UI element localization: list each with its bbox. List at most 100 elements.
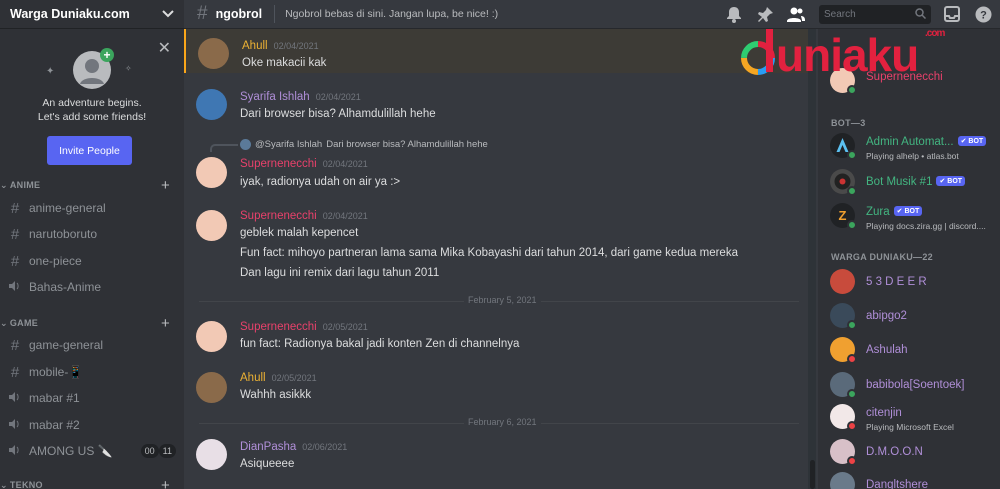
message-timestamp: 02/05/2021 <box>322 322 368 332</box>
friends-card: ✕ ✦ ✧ + An adventure begins. Let's add s… <box>0 36 184 171</box>
member-avatar <box>830 269 855 294</box>
message-text: Wahhh asikkk <box>240 389 312 401</box>
invite-people-button[interactable]: Invite People <box>47 136 132 165</box>
date-separator: February 6, 2021 <box>199 417 799 427</box>
online-status-icon <box>847 186 857 196</box>
user-avatar[interactable] <box>196 372 227 403</box>
channel-sidebar: Warga Duniaku.com ✕ ✦ ✧ + An adventure b… <box>0 0 184 489</box>
hash-icon: # <box>10 252 20 270</box>
channel-label: narutoboruto <box>29 227 98 241</box>
members-icon[interactable] <box>787 6 805 23</box>
reply-preview[interactable]: @Syarifa Ishlah Dari browser bisa? Alham… <box>210 139 488 152</box>
speaker-icon <box>8 280 22 295</box>
category-anime[interactable]: ⌄ ANIME + <box>0 177 184 194</box>
message[interactable]: DianPasha 02/06/2021 Asiqueeee <box>184 433 809 478</box>
pin-icon[interactable] <box>757 6 774 23</box>
svg-text:Z: Z <box>839 208 847 223</box>
message-author[interactable]: DianPasha 02/06/2021 <box>240 441 347 453</box>
speaker-icon <box>8 418 22 433</box>
message[interactable]: Ahull 02/04/2021 Oke makacii kak <box>184 29 809 73</box>
channel-among-us[interactable]: AMONG US 🔪 00 11 <box>8 440 176 462</box>
channel-game-general[interactable]: # game-general <box>8 334 176 356</box>
message-text: fun fact: Radionya bakal jadi konten Zen… <box>240 338 520 350</box>
channel-label: mobile-📱 <box>29 365 84 379</box>
member-item[interactable]: babibola[Soentoek] <box>830 372 1000 404</box>
add-channel-icon[interactable]: + <box>161 477 170 489</box>
scrollbar-track[interactable] <box>808 29 816 489</box>
category-tekno[interactable]: ⌄ TEKNO + <box>0 477 184 489</box>
channel-mabar-2[interactable]: mabar #2 <box>8 414 176 436</box>
server-header[interactable]: Warga Duniaku.com <box>0 0 184 29</box>
member-item[interactable]: abipgo2 <box>830 303 1000 335</box>
member-item[interactable]: 5 3 D E E R <box>830 269 1000 301</box>
message-timestamp: 02/04/2021 <box>322 211 368 221</box>
channel-bahas-anime[interactable]: Bahas-Anime <box>8 276 176 298</box>
channel-mobile[interactable]: # mobile-📱 <box>8 361 176 383</box>
message-timestamp: 02/06/2021 <box>302 442 348 452</box>
dnd-status-icon <box>847 354 857 364</box>
hash-icon: # <box>10 199 20 217</box>
message[interactable]: Supernenecchi 02/05/2021 fun fact: Radion… <box>184 318 809 358</box>
message[interactable]: Syarifa Ishlah 02/04/2021 Dari browser bi… <box>184 86 809 128</box>
help-icon[interactable]: ? <box>975 6 992 23</box>
user-avatar[interactable] <box>196 439 227 470</box>
channel-narutoboruto[interactable]: # narutoboruto <box>8 223 176 245</box>
member-item[interactable]: Dangltshere <box>830 472 1000 489</box>
message-author[interactable]: Ahull 02/05/2021 <box>240 372 317 384</box>
reply-avatar <box>240 139 251 150</box>
hash-icon: # <box>10 363 20 381</box>
online-status-icon <box>847 389 857 399</box>
category-game[interactable]: ⌄ GAME + <box>0 315 184 332</box>
member-name: babibola[Soentoek] <box>866 379 965 391</box>
close-icon[interactable]: ✕ <box>158 38 171 58</box>
message-author[interactable]: Supernenecchi 02/05/2021 <box>240 321 368 333</box>
dnd-status-icon <box>847 456 857 466</box>
member-item[interactable]: citenjin Playing Microsoft Excel <box>830 404 1000 436</box>
member-item[interactable]: Ashulah <box>830 337 1000 369</box>
message-timestamp: 02/04/2021 <box>273 41 319 51</box>
message-author[interactable]: Syarifa Ishlah 02/04/2021 <box>240 91 361 103</box>
user-avatar[interactable] <box>196 210 227 241</box>
online-status-icon <box>847 220 857 230</box>
channel-mabar-1[interactable]: mabar #1 <box>8 387 176 409</box>
member-name: abipgo2 <box>866 310 907 322</box>
friends-line2: Let's add some friends! <box>37 111 147 123</box>
add-channel-icon[interactable]: + <box>161 315 170 332</box>
member-item[interactable]: Bot Musik #1 ✔ BOT <box>830 169 1000 201</box>
member-item[interactable]: Z Zura ✔ BOT Playing docs.zira.gg | disco… <box>830 203 1000 235</box>
channel-anime-general[interactable]: # anime-general <box>8 197 176 219</box>
message[interactable]: Ahull 02/05/2021 Wahhh asikkk <box>184 369 809 409</box>
channel-one-piece[interactable]: # one-piece <box>8 250 176 272</box>
logo-suffix: .com <box>925 28 945 39</box>
member-name: Admin Automat... <box>866 136 954 148</box>
online-status-icon <box>847 320 857 330</box>
message-author[interactable]: Ahull 02/04/2021 <box>242 40 319 52</box>
search-input[interactable]: Search <box>819 5 931 24</box>
user-avatar[interactable] <box>198 38 229 69</box>
message-author[interactable]: Supernenecchi 02/04/2021 <box>240 158 368 170</box>
user-avatar[interactable] <box>196 89 227 120</box>
user-avatar[interactable] <box>196 157 227 188</box>
member-item[interactable]: D.M.O.O.N <box>830 439 1000 471</box>
message-text: Asiqueeee <box>240 458 295 470</box>
message[interactable]: Supernenecchi 02/04/2021 geblek malah kep… <box>184 207 809 289</box>
message-text: Dan lagu ini remix dari lagu tahun 2011 <box>240 267 440 279</box>
online-status-icon <box>847 85 857 95</box>
scrollbar-thumb[interactable] <box>810 460 815 489</box>
user-avatar[interactable] <box>196 321 227 352</box>
member-name: citenjin <box>866 407 902 419</box>
inbox-icon[interactable] <box>944 6 961 23</box>
bell-icon[interactable] <box>726 6 743 23</box>
add-channel-icon[interactable]: + <box>161 177 170 194</box>
message-timestamp: 02/04/2021 <box>315 92 361 102</box>
divider <box>274 5 276 23</box>
message-author[interactable]: Supernenecchi 02/04/2021 <box>240 210 368 222</box>
speaker-icon <box>8 444 22 459</box>
search-icon <box>915 8 927 22</box>
member-list: Supernenecchi BOT—3 Admin Automat... ✔ BO… <box>818 29 1000 489</box>
message[interactable]: @Syarifa Ishlah Dari browser bisa? Alham… <box>184 139 809 194</box>
member-item[interactable]: Admin Automat... ✔ BOT Playing alhelp • a… <box>830 133 1000 165</box>
message-text: geblek malah kepencet <box>240 227 359 239</box>
dnd-status-icon <box>847 421 857 431</box>
friends-line1: An adventure begins. <box>42 97 142 109</box>
